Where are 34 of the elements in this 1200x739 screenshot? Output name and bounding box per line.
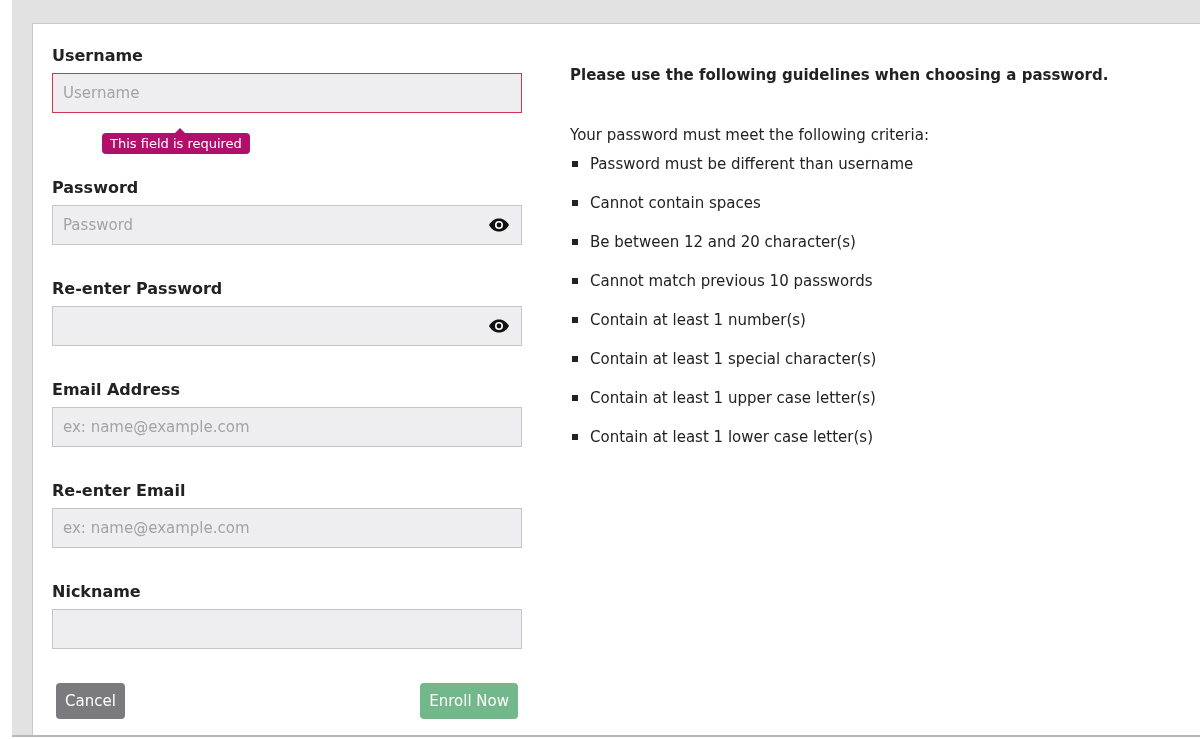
bullet-icon [572,160,578,167]
field-label: Re-enter Password [52,279,224,298]
field-label: Username [52,46,144,65]
input-field[interactable]: Username [52,73,522,113]
eye-icon[interactable] [488,218,510,232]
input-field[interactable] [52,609,522,649]
criteria-item: Cannot contain spaces [590,193,761,212]
input-field[interactable] [52,306,522,346]
criteria-item: Be between 12 and 20 character(s) [590,232,856,251]
criteria-item: Cannot match previous 10 passwords [590,271,873,290]
criteria-item: Contain at least 1 upper case letter(s) [590,388,876,407]
bullet-icon [572,316,578,323]
criteria-item: Contain at least 1 number(s) [590,310,806,329]
bullet-icon [572,238,578,245]
bullet-icon [572,277,578,284]
input-field[interactable]: Password [52,205,522,245]
field-label: Re-enter Email [52,481,187,500]
guidelines-heading: Please use the following guidelines when choosing a password. [570,66,1109,84]
bullet-icon [572,355,578,362]
input-field[interactable]: ex: name@example.com [52,407,522,447]
tooltip-caret-icon [174,128,186,134]
field-label: Email Address [52,380,181,399]
criteria-item: Contain at least 1 lower case letter(s) [590,427,873,446]
bullet-icon [572,433,578,440]
bullet-icon [572,394,578,401]
eye-icon[interactable] [488,319,510,333]
bullet-icon [572,199,578,206]
criteria-item: Contain at least 1 special character(s) [590,349,877,368]
field-label: Nickname [52,582,142,601]
cancel-button[interactable]: Cancel [56,683,125,719]
criteria-item: Password must be different than username [590,154,914,173]
criteria-intro: Your password must meet the following criteria: [570,126,930,144]
input-field[interactable]: ex: name@example.com [52,508,522,548]
field-label: Password [52,178,140,197]
